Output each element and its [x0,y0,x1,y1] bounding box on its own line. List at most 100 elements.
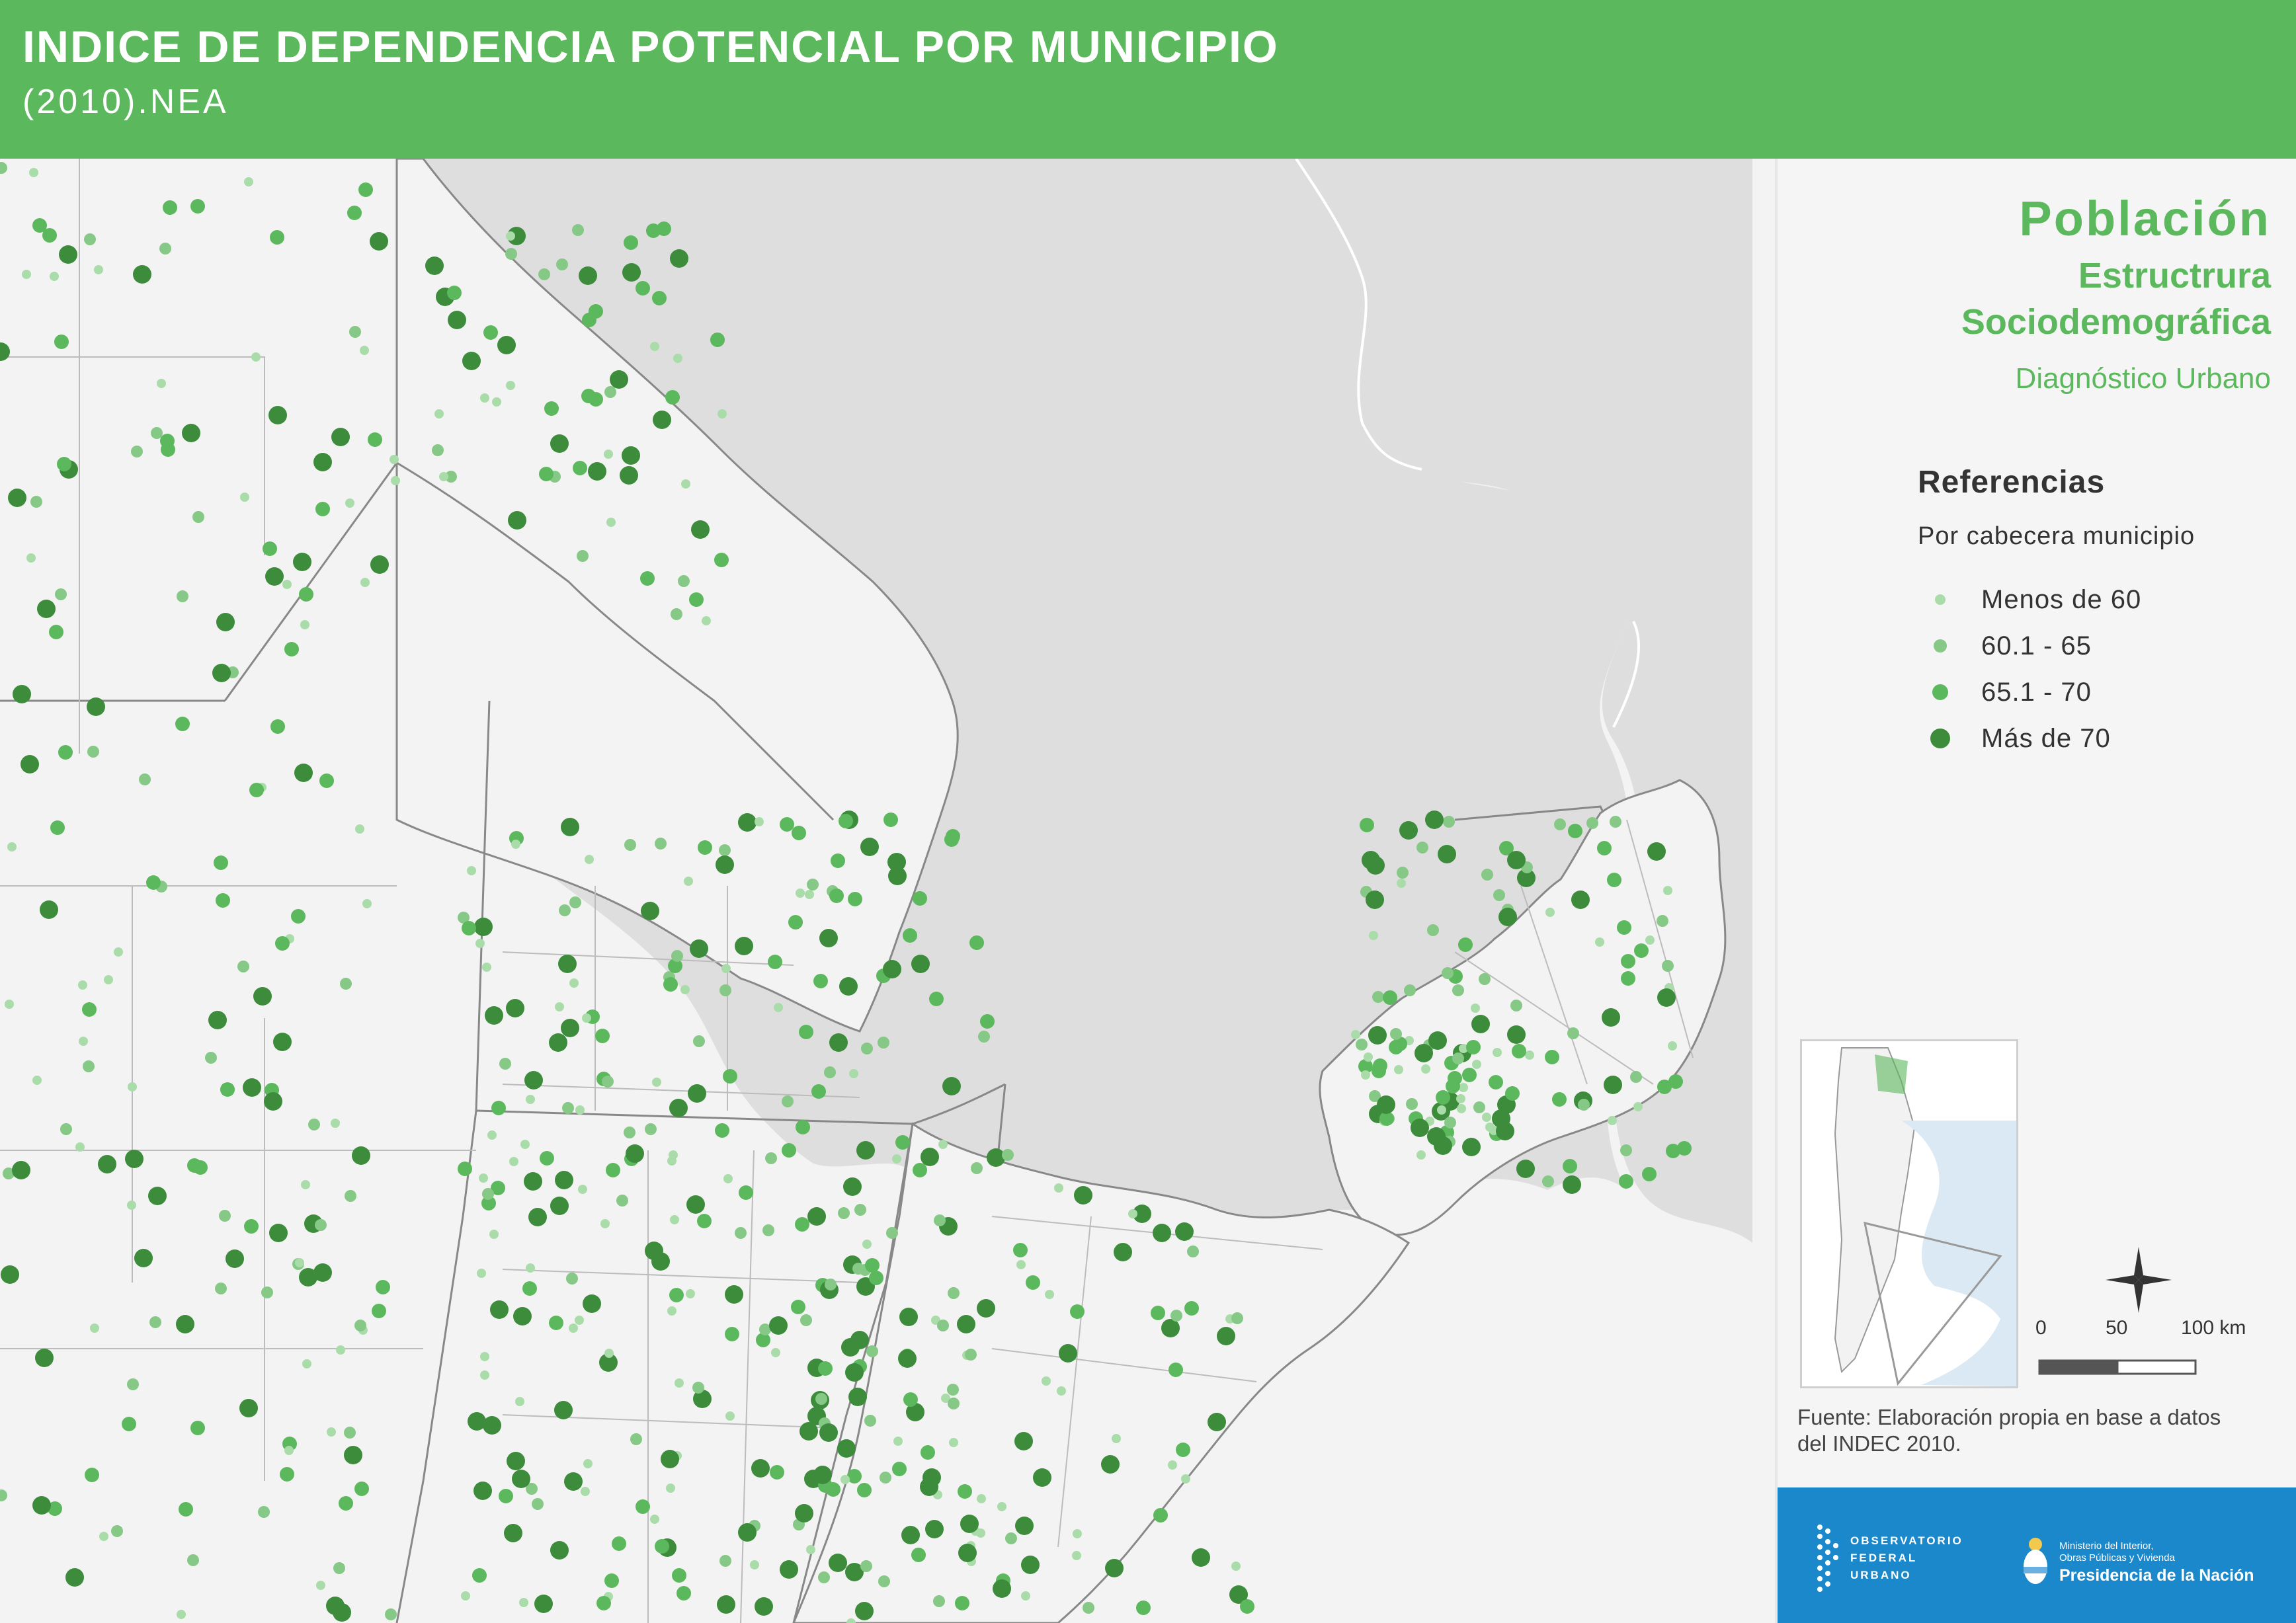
municipality-dot [149,1316,161,1328]
municipality-dot [1462,1068,1477,1082]
municipality-dot [948,1398,960,1409]
municipality-dot [864,1415,876,1427]
municipality-dot [839,814,853,828]
municipality-dot [933,1595,945,1607]
municipality-dot [735,1227,747,1239]
municipality-dot [811,1084,826,1099]
municipality-dot [55,588,67,600]
municipality-dot [1657,915,1668,927]
municipality-dot [573,461,587,475]
municipality-dot [869,1271,883,1285]
municipality-dot [636,281,650,296]
municipality-dot [1630,1071,1642,1083]
municipality-dot [538,268,550,280]
municipality-dot [526,1095,535,1104]
municipality-dot [1619,1174,1633,1189]
municipality-dot [1112,1434,1121,1443]
municipality-dot [768,955,782,969]
municipality-dot [672,1568,686,1583]
municipality-dot [480,1370,489,1380]
municipality-dot [616,1195,628,1207]
municipality-dot [807,1207,826,1226]
municipality-dot [270,719,285,734]
map-area[interactable] [0,159,1775,1623]
municipality-dot [977,1494,986,1503]
municipality-dot [1485,1123,1495,1132]
municipality-dot [782,1143,796,1158]
municipality-dot [187,1158,202,1173]
municipality-dot [1416,1150,1426,1160]
municipality-dot [125,1150,144,1168]
legend-item-mas-70: Más de 70 [1926,722,2111,755]
municipality-dot [1394,1065,1403,1074]
municipality-dot [1448,1071,1462,1086]
municipality-dot [1563,1175,1581,1194]
municipality-dot [345,1190,356,1202]
municipality-dot [589,304,603,319]
municipality-dot [1368,1026,1387,1045]
municipality-dot [1021,1556,1040,1574]
municipality-dot [239,1399,258,1417]
municipality-dot [780,817,794,832]
municipality-dot [1457,1104,1466,1113]
municipality-dot [1170,1310,1182,1322]
municipality-dot [572,224,584,236]
municipality-dot [1231,1562,1241,1571]
municipality-dot [1,1265,19,1284]
municipality-dot [216,613,235,631]
municipality-dot [32,1496,51,1515]
legend-item-60-65: 60.1 - 65 [1926,629,2092,662]
municipality-dot [300,620,309,629]
municipality-dot [1153,1224,1171,1242]
municipality-dot [1369,931,1378,940]
municipality-dot [1377,1095,1395,1114]
municipality-dot [1438,845,1456,863]
municipality-dot [13,685,31,703]
municipality-dot [958,1484,972,1499]
municipality-dot [57,457,71,471]
municipality-dot [549,1033,567,1052]
municipality-dot [513,1307,532,1326]
municipality-dot [684,877,693,886]
municipality-dot [602,1076,614,1088]
ofu-line1: OBSERVATORIO [1850,1534,1963,1547]
map-canvas[interactable] [0,159,1775,1623]
municipality-dot [1005,1532,1017,1544]
municipality-dot [579,266,597,285]
municipality-dot [958,1544,977,1562]
municipality-dot [669,1288,684,1302]
municipality-dot [308,1119,320,1130]
municipality-dot [796,889,805,898]
municipality-dot [719,984,731,996]
municipality-dot [911,955,930,973]
municipality-dot [800,1314,812,1326]
ofu-logo-text: OBSERVATORIO FEDERAL URBANO [1850,1532,1963,1584]
municipality-dot [1493,1048,1502,1057]
municipality-dot [688,1084,706,1103]
municipality-dot [1621,954,1635,969]
municipality-dot [825,1279,837,1290]
municipality-dot [302,1359,311,1368]
municipality-dot [805,890,814,899]
municipality-dot [771,1348,780,1357]
municipality-dot [681,479,690,489]
municipality-dot [561,818,579,836]
municipality-dot [352,1146,370,1165]
municipality-dot [26,553,36,563]
municipality-dot [788,915,803,930]
municipality-dot [1231,1312,1243,1324]
municipality-dot [87,746,99,758]
municipality-dot [1443,816,1455,828]
municipality-dot [1545,1050,1559,1064]
municipality-dot [182,424,200,442]
municipality-dot [1608,1116,1617,1125]
municipality-dot [480,393,489,403]
municipality-dot [146,875,161,890]
municipality-dot [667,1156,676,1166]
municipality-dot [59,245,77,264]
municipality-dot [755,817,764,826]
municipality-dot [344,1446,362,1464]
municipality-dot [1597,841,1612,855]
municipality-dot [5,1000,14,1009]
municipality-dot [857,1483,872,1497]
